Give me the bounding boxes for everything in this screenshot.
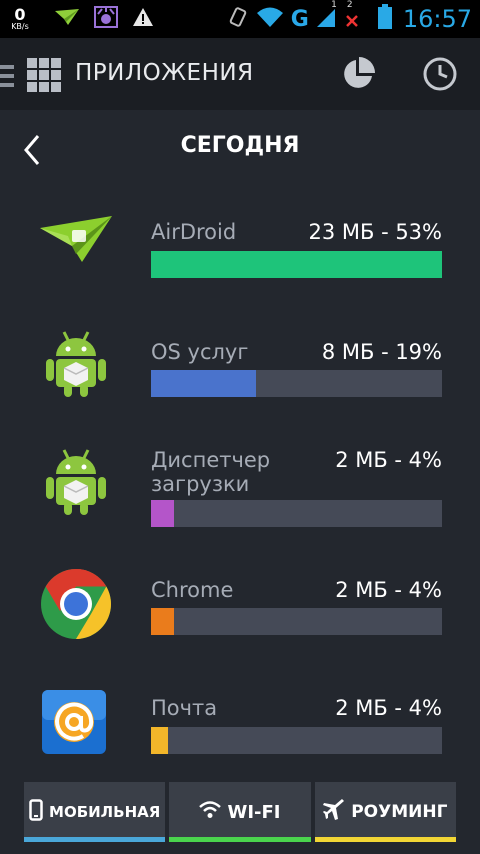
- tab-mobile[interactable]: МОБИЛЬНАЯ: [24, 782, 166, 842]
- status-bar: 0 KB/s G 1 2 16:57: [0, 0, 480, 38]
- app-usage: 2 МБ - 4%: [335, 448, 442, 472]
- app-row-os-services[interactable]: OS услуг 8 МБ - 19%: [0, 320, 480, 430]
- vibrate-icon: [227, 6, 249, 32]
- usage-bar-fill: [151, 370, 256, 397]
- app-row-mail[interactable]: Почта 2 МБ - 4%: [0, 678, 480, 788]
- tab-roaming[interactable]: РОУМИНГ: [314, 782, 456, 842]
- network-speed: 0 KB/s: [0, 7, 40, 31]
- action-bar: ПРИЛОЖЕНИЯ: [0, 38, 480, 110]
- usage-bar-track: [151, 727, 442, 754]
- app-row-chrome[interactable]: Chrome 2 МБ - 4%: [0, 558, 480, 668]
- tab-label: МОБИЛЬНАЯ: [49, 803, 161, 821]
- usage-bar-fill: [151, 608, 175, 635]
- menu-icon[interactable]: [0, 65, 16, 91]
- app-row-download-manager[interactable]: Диспетчер загрузки 2 МБ - 4%: [0, 438, 480, 548]
- battery-icon: [377, 4, 393, 34]
- app-name: AirDroid: [151, 220, 237, 244]
- app-name: Диспетчер загрузки: [151, 448, 271, 496]
- app-usage: 23 МБ - 53%: [308, 220, 442, 244]
- mail-icon: [38, 688, 114, 764]
- grid-icon[interactable]: [27, 58, 61, 96]
- sim2-label: 2: [346, 0, 353, 10]
- chrome-icon: [38, 566, 114, 642]
- tab-underline: [314, 837, 456, 842]
- pie-chart-icon[interactable]: [340, 56, 376, 96]
- usage-bar-fill: [151, 500, 175, 527]
- tab-wifi[interactable]: WI-FI: [169, 782, 311, 842]
- usage-bar-track: [151, 608, 442, 635]
- usage-bar-track: [151, 370, 442, 397]
- network-type: G: [290, 6, 309, 32]
- usage-bar-track: [151, 500, 442, 527]
- clock-icon[interactable]: [422, 56, 458, 96]
- wifi-icon: [199, 801, 222, 823]
- usage-bar-track: [151, 251, 442, 278]
- wifi-status-icon: [255, 6, 285, 32]
- section-title: СЕГОДНЯ: [180, 133, 300, 158]
- usage-bar-fill: [151, 251, 442, 278]
- usage-bar-fill: [151, 727, 169, 754]
- airdroid-notification-icon: [54, 7, 80, 31]
- app-usage: 2 МБ - 4%: [335, 578, 442, 602]
- signal-sim1-icon: 1: [315, 0, 337, 32]
- sim1-label: 1: [331, 0, 337, 10]
- app-usage: 8 МБ - 19%: [321, 340, 442, 364]
- warning-icon: [132, 7, 154, 31]
- signal-sim2-icon: 2: [343, 0, 363, 32]
- speed-unit: KB/s: [11, 22, 29, 31]
- tab-label: РОУМИНГ: [351, 802, 448, 822]
- phone-icon: [29, 799, 43, 825]
- weather-notification-icon: [94, 6, 118, 32]
- airdroid-icon: [38, 210, 114, 286]
- airplane-icon: [323, 799, 345, 825]
- android-icon: [38, 328, 114, 404]
- network-tabs: МОБИЛЬНАЯ WI-FI РОУМИНГ: [24, 782, 456, 842]
- android-icon: [38, 446, 114, 522]
- tab-underline: [169, 837, 311, 842]
- app-name: Chrome: [151, 578, 234, 602]
- speed-value: 0: [14, 5, 26, 24]
- app-name: Почта: [151, 696, 218, 720]
- tab-underline: [24, 837, 166, 842]
- tab-label: WI-FI: [227, 801, 281, 823]
- status-time: 16:57: [402, 5, 472, 33]
- app-name: OS услуг: [151, 340, 249, 364]
- app-row-airdroid[interactable]: AirDroid 23 МБ - 53%: [0, 200, 480, 310]
- app-title: ПРИЛОЖЕНИЯ: [75, 60, 254, 86]
- app-usage: 2 МБ - 4%: [335, 696, 442, 720]
